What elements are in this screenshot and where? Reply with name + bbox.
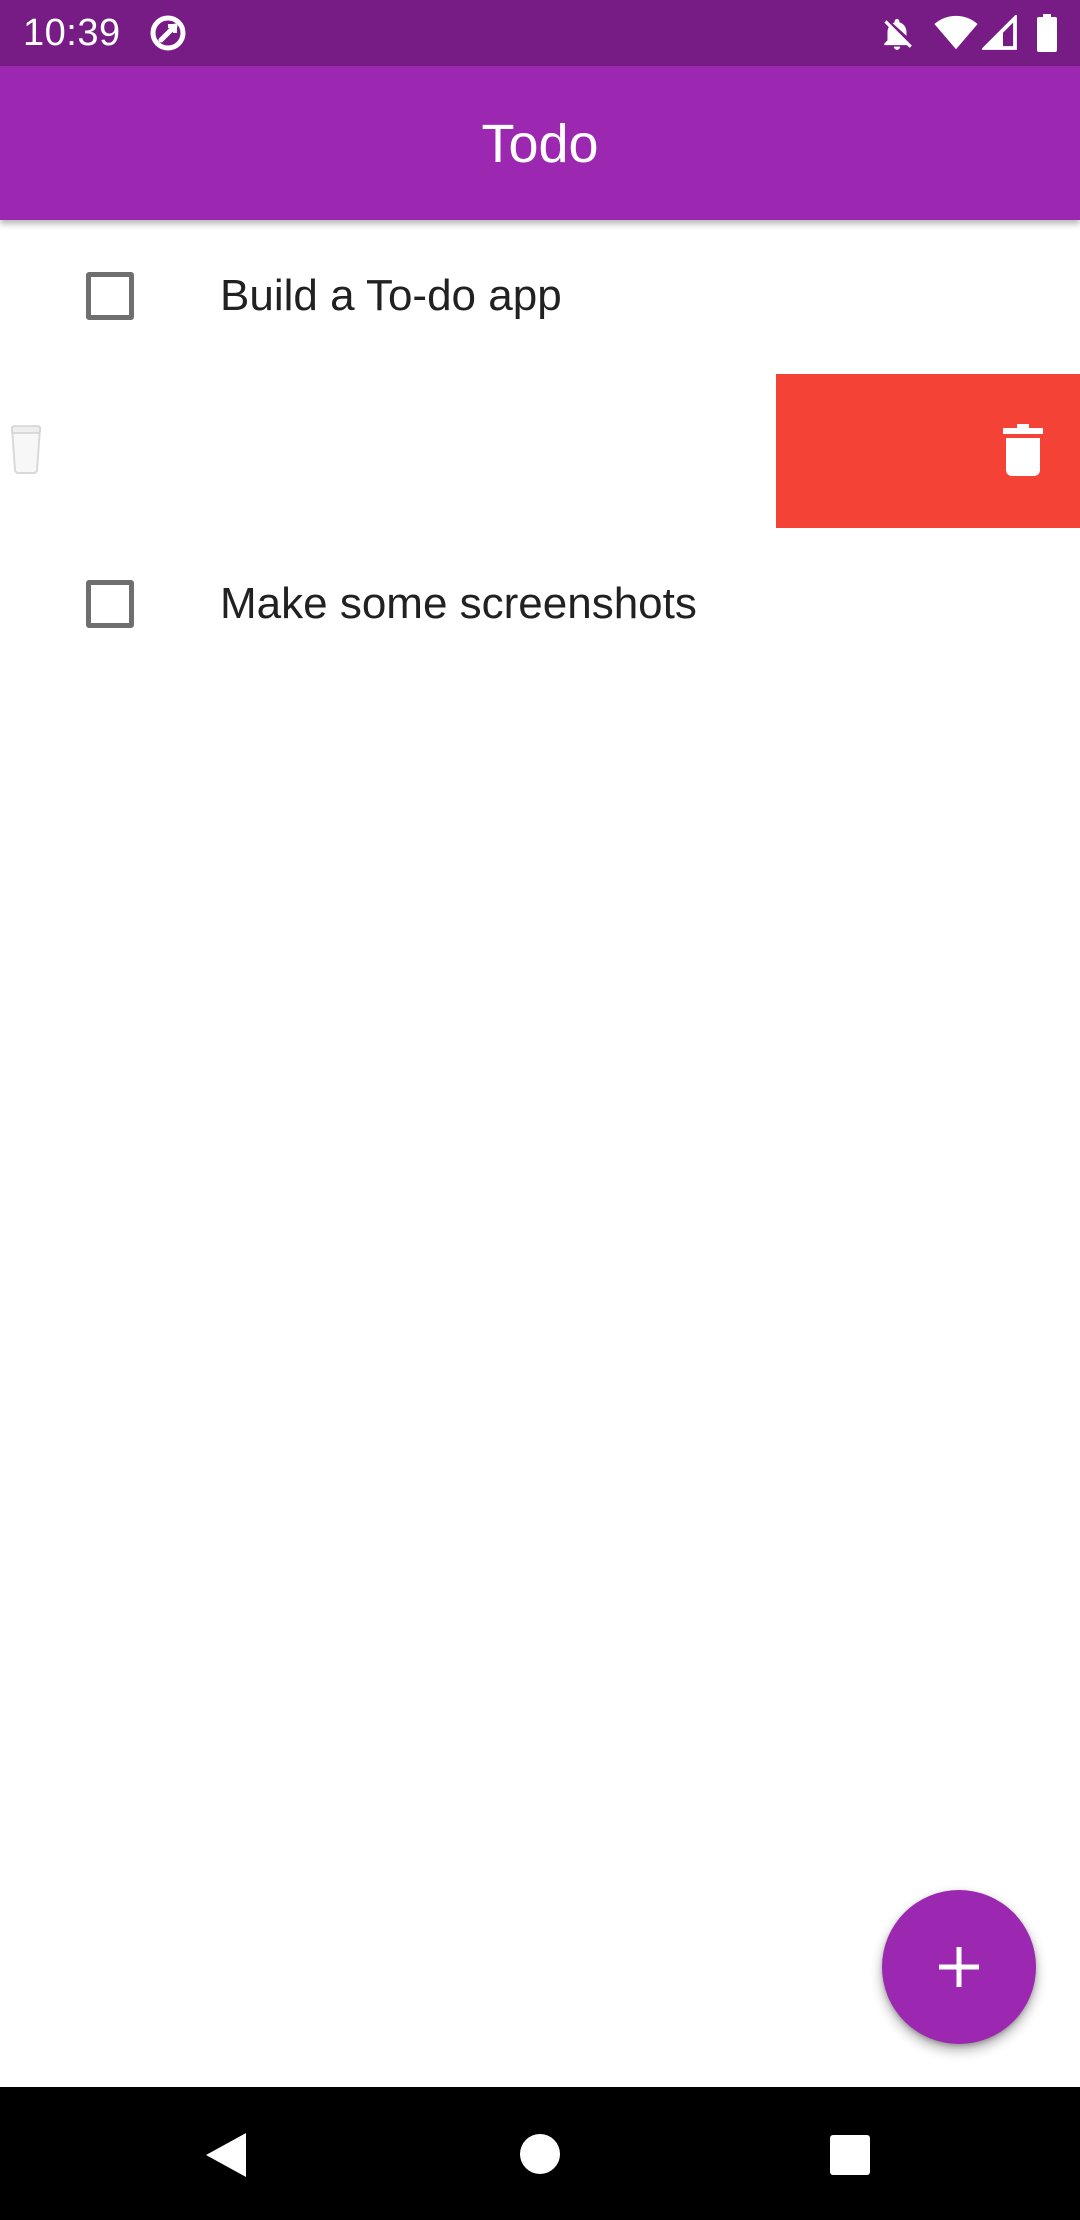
todo-item[interactable]: Build a To-do app — [0, 220, 1080, 374]
delete-background — [776, 374, 1080, 528]
recents-icon[interactable] — [829, 2134, 871, 2176]
battery-icon — [1037, 14, 1057, 52]
app-notification-icon — [150, 15, 186, 51]
bell-off-icon — [884, 18, 912, 50]
delete-icon[interactable] — [1003, 424, 1043, 476]
todo-item[interactable]: Make some screenshots — [0, 528, 1080, 682]
cup-icon — [10, 425, 42, 474]
back-icon[interactable] — [204, 2131, 248, 2179]
navigation-bar — [0, 2087, 1080, 2220]
cell-signal-icon — [982, 15, 1017, 50]
status-time: 10:39 — [23, 12, 121, 54]
swipe-to-delete-row[interactable] — [0, 374, 1080, 528]
todo-checkbox[interactable] — [86, 272, 134, 320]
todo-label: Make some screenshots — [220, 579, 697, 628]
add-icon — [939, 1947, 979, 1987]
todo-label: Build a To-do app — [220, 271, 562, 320]
add-todo-button[interactable] — [882, 1890, 1036, 2044]
app-title: Todo — [481, 114, 599, 174]
app-bar: Todo — [0, 66, 1080, 220]
todo-checkbox[interactable] — [86, 580, 134, 628]
wifi-icon — [934, 15, 978, 50]
status-bar: 10:39 — [0, 0, 1080, 66]
home-icon[interactable] — [518, 2132, 562, 2176]
